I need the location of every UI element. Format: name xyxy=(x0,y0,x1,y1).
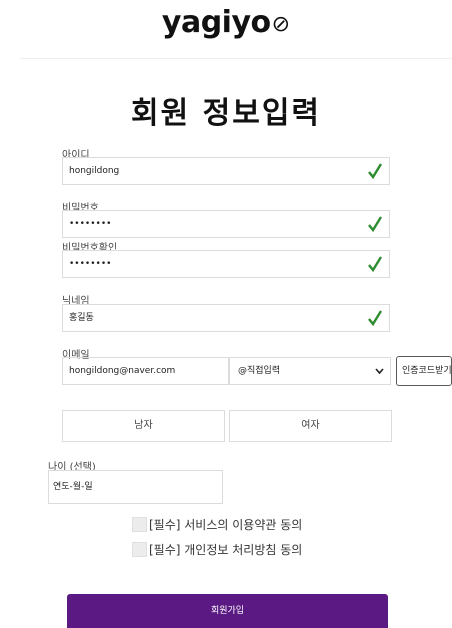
password-value: •••••••• xyxy=(69,219,112,229)
gender-female-button[interactable]: 여자 xyxy=(229,410,392,442)
age-value: 연도-월-일 xyxy=(53,482,93,492)
id-value: hongildong xyxy=(69,166,120,176)
header-divider xyxy=(20,58,452,59)
verify-code-button[interactable]: 인증코드받기 xyxy=(396,356,452,386)
privacy-agreement-text: [필수] 개인정보 처리방침 동의 xyxy=(149,542,303,557)
password-confirm-value: •••••••• xyxy=(69,259,112,269)
age-field[interactable]: 연도-월-일 xyxy=(48,470,223,504)
logo[interactable]: yagiyo ⊘ xyxy=(0,2,452,42)
email-value: hongildong@naver.com xyxy=(69,366,176,376)
privacy-agreement[interactable]: [필수] 개인정보 처리방침 동의 xyxy=(132,540,302,558)
valid-check-icon xyxy=(368,310,383,327)
chevron-down-icon xyxy=(375,368,384,375)
email-domain-value: @직접입력 xyxy=(238,366,281,376)
terms-checkbox[interactable] xyxy=(132,516,147,532)
password-field[interactable]: •••••••• xyxy=(62,210,390,238)
logo-text: yagiyo xyxy=(161,4,271,40)
valid-check-icon xyxy=(368,216,383,233)
page-title: 회원 정보입력 xyxy=(130,96,322,131)
id-field[interactable]: hongildong xyxy=(62,157,390,185)
valid-check-icon xyxy=(368,163,383,180)
email-field[interactable]: hongildong@naver.com xyxy=(62,357,229,385)
email-domain-select[interactable]: @직접입력 xyxy=(229,357,391,385)
signup-button[interactable]: 회원가입 xyxy=(67,594,388,628)
logo-mark-icon: ⊘ xyxy=(271,11,291,37)
nickname-field[interactable]: 홍길동 xyxy=(62,304,390,332)
valid-check-icon xyxy=(368,256,383,273)
terms-agreement-text: [필수] 서비스의 이용약관 동의 xyxy=(149,517,303,532)
nickname-value: 홍길동 xyxy=(69,313,94,323)
gender-male-button[interactable]: 남자 xyxy=(62,410,225,442)
privacy-checkbox[interactable] xyxy=(132,541,147,557)
terms-agreement[interactable]: [필수] 서비스의 이용약관 동의 xyxy=(132,515,302,533)
password-confirm-field[interactable]: •••••••• xyxy=(62,250,390,278)
